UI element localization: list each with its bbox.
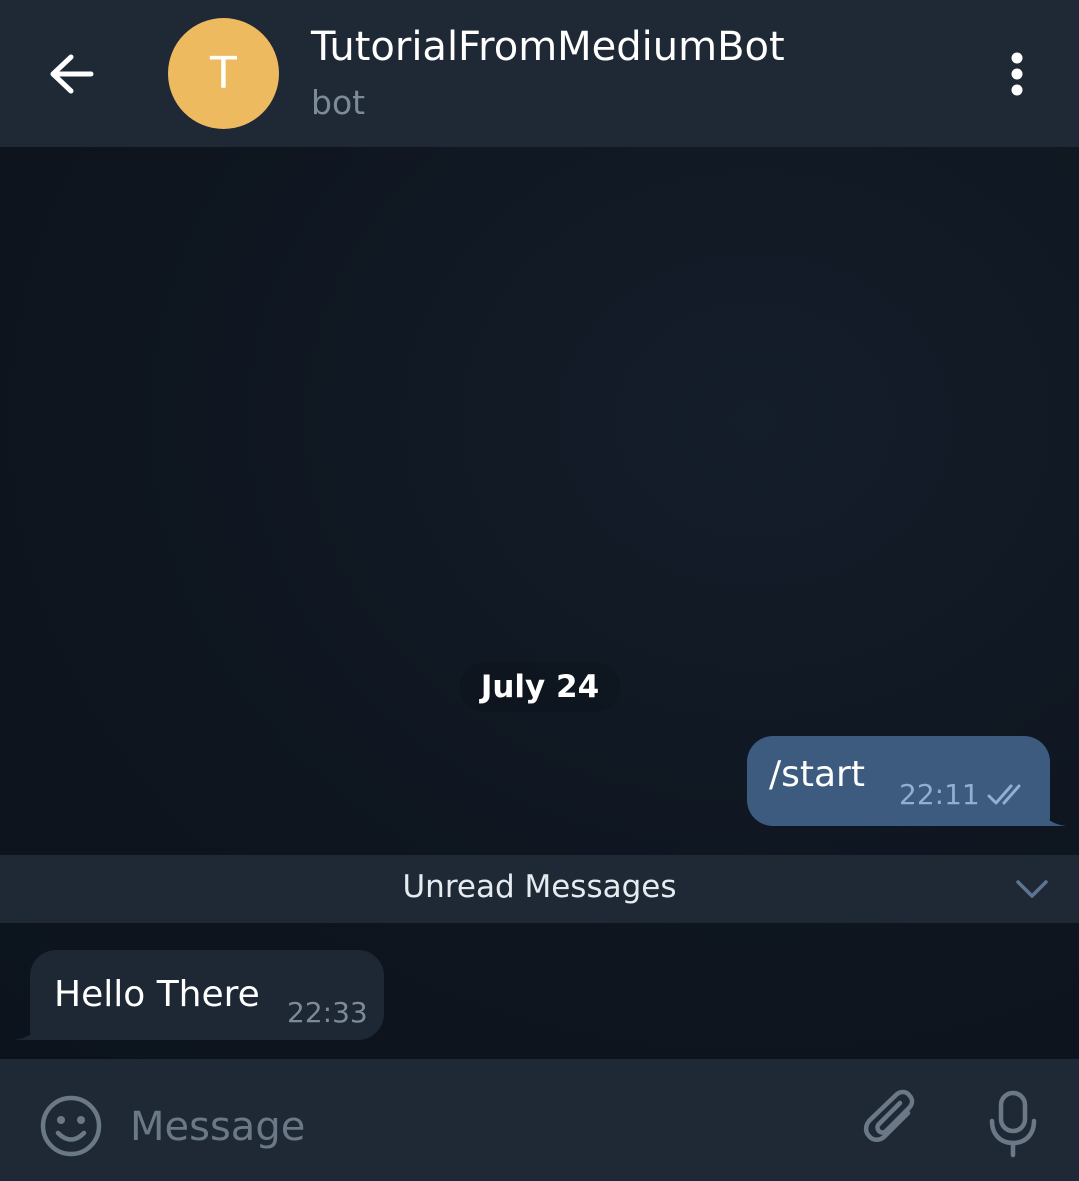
avatar-letter: T (210, 48, 237, 99)
message-text: /start (769, 754, 865, 795)
emoji-button[interactable] (36, 1091, 106, 1161)
microphone-icon (989, 1090, 1037, 1158)
incoming-message-bubble[interactable]: Hello There 22:33 (30, 950, 384, 1040)
chat-title[interactable]: TutorialFromMediumBot (311, 24, 785, 70)
message-time: 22:33 (287, 996, 368, 1029)
paperclip-icon (863, 1089, 915, 1142)
attach-button[interactable] (858, 1089, 924, 1155)
unread-messages-label: Unread Messages (402, 869, 677, 905)
message-composer (0, 1059, 1079, 1181)
chat-header: T TutorialFromMediumBot bot (0, 0, 1079, 147)
date-separator-label: July 24 (480, 669, 600, 705)
more-menu-button[interactable] (992, 44, 1042, 104)
date-separator: July 24 (460, 662, 620, 712)
incoming-bubble-tail (14, 1018, 40, 1040)
double-check-icon (987, 784, 1021, 805)
unread-messages-bar: Unread Messages (0, 855, 1079, 923)
outgoing-bubble-tail (1040, 804, 1066, 826)
message-time: 22:11 (899, 778, 980, 811)
voice-message-button[interactable] (980, 1089, 1046, 1161)
avatar[interactable]: T (168, 18, 279, 129)
more-vertical-icon (1011, 52, 1023, 96)
chat-subtitle: bot (311, 83, 366, 122)
outgoing-message-bubble[interactable]: /start 22:11 (747, 736, 1050, 826)
message-list[interactable]: July 24 /start 22:11 Unread Messages Hel… (0, 147, 1079, 1059)
message-input[interactable] (130, 1097, 830, 1157)
telegram-chat-screen: T TutorialFromMediumBot bot July 24 /sta… (0, 0, 1079, 1181)
arrow-left-icon (50, 54, 94, 94)
chevron-down-icon[interactable] (1014, 877, 1050, 901)
message-text: Hello There (54, 974, 260, 1015)
smiley-icon (40, 1095, 102, 1157)
back-button[interactable] (36, 38, 108, 110)
